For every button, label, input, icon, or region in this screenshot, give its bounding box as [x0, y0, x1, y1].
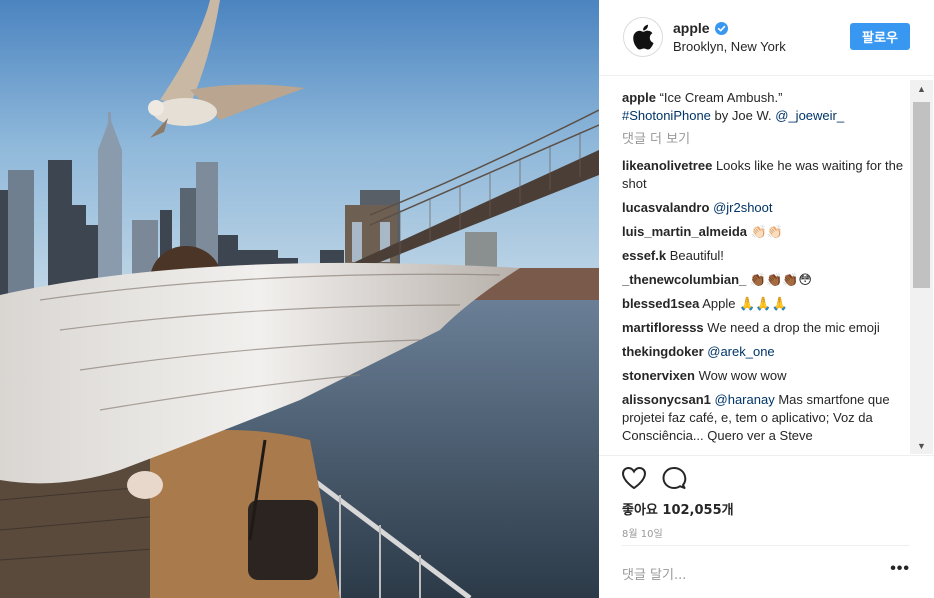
header-username[interactable]: apple: [673, 20, 710, 36]
comment-item: _thenewcolumbian_ 👏🏾👏🏾👏🏾😳: [622, 271, 910, 289]
comment-text: Beautiful!: [669, 248, 724, 263]
comment-mention[interactable]: @arek_one: [707, 344, 774, 359]
comment-item: martifloresss We need a drop the mic emo…: [622, 319, 910, 337]
comments-scrollbar[interactable]: ▲ ▼: [910, 80, 933, 454]
comment-username[interactable]: luis_martin_almeida: [622, 224, 747, 239]
caption-username[interactable]: apple: [622, 90, 656, 105]
comment-item: luis_martin_almeida 👏🏻👏🏻: [622, 223, 910, 241]
more-options-icon[interactable]: •••: [890, 560, 910, 578]
comments-list[interactable]: apple “Ice Cream Ambush.” #ShotoniPhone …: [622, 89, 910, 455]
verified-badge-icon: [714, 21, 728, 35]
comment-username[interactable]: thekingdoker: [622, 344, 704, 359]
comment-text: 👏🏾👏🏾👏🏾😳: [749, 272, 812, 287]
header-username-row: apple: [673, 20, 728, 36]
scroll-up-arrow-icon[interactable]: ▲: [910, 80, 933, 97]
comment-username[interactable]: stonervixen: [622, 368, 695, 383]
post-header: apple Brooklyn, New York 팔로우: [599, 0, 934, 76]
comment-text: We need a drop the mic emoji: [707, 320, 880, 335]
caption-by: by Joe W.: [714, 108, 772, 123]
comment-item: stonervixen Wow wow wow: [622, 367, 910, 385]
comment-icon[interactable]: [660, 464, 688, 492]
comment-username[interactable]: blessed1sea: [622, 296, 699, 311]
caption-text: “Ice Cream Ambush.”: [659, 90, 783, 105]
comment-input[interactable]: 댓글 달기...: [622, 564, 686, 583]
comment-username[interactable]: _thenewcolumbian_: [622, 272, 746, 287]
caption-hashtag[interactable]: #ShotoniPhone: [622, 108, 711, 123]
apple-logo-icon: [633, 24, 654, 50]
comment-text: 👏🏻👏🏻: [750, 224, 783, 239]
scrollbar-thumb[interactable]: [913, 102, 930, 288]
comment-username[interactable]: alissonycsan1: [622, 392, 711, 407]
post-sidebar: apple Brooklyn, New York 팔로우 apple “Ice …: [599, 0, 934, 598]
comment-username[interactable]: martifloresss: [622, 320, 704, 335]
follow-button[interactable]: 팔로우: [850, 23, 910, 50]
comment-mention[interactable]: @jr2shoot: [713, 200, 772, 215]
comment-username[interactable]: likeanolivetree: [622, 158, 712, 173]
comment-username[interactable]: lucasvalandro: [622, 200, 709, 215]
add-comment-bar: 댓글 달기... •••: [622, 545, 910, 598]
header-location[interactable]: Brooklyn, New York: [673, 39, 786, 54]
photo-illustration: [0, 0, 599, 598]
caption: apple “Ice Cream Ambush.” #ShotoniPhone …: [622, 89, 910, 125]
post-photo[interactable]: [0, 0, 599, 598]
load-more-comments[interactable]: 댓글 더 보기: [622, 131, 910, 149]
post-date[interactable]: 8월 10일: [622, 525, 663, 540]
comment-item: blessed1sea Apple 🙏🙏🙏: [622, 295, 910, 313]
post-actions: 좋아요 102,055개 8월 10일: [599, 455, 934, 545]
comment-item: alissonycsan1 @haranay Mas smartfone que…: [622, 391, 910, 445]
comment-username[interactable]: essef.k: [622, 248, 666, 263]
comment-text: Apple 🙏🙏🙏: [702, 296, 788, 311]
caption-mention[interactable]: @_joeweir_: [775, 108, 844, 123]
comment-item: essef.k Beautiful!: [622, 247, 910, 265]
comment-item: likeanolivetree Looks like he was waitin…: [622, 157, 910, 193]
scroll-down-arrow-icon[interactable]: ▼: [910, 437, 933, 454]
comment-text: Wow wow wow: [698, 368, 787, 383]
avatar[interactable]: [623, 17, 663, 57]
comment-mention[interactable]: @haranay: [715, 392, 775, 407]
likes-count[interactable]: 좋아요 102,055개: [622, 499, 734, 518]
comment-item: lucasvalandro @jr2shoot: [622, 199, 910, 217]
comment-item: thekingdoker @arek_one: [622, 343, 910, 361]
heart-icon[interactable]: [620, 464, 648, 492]
